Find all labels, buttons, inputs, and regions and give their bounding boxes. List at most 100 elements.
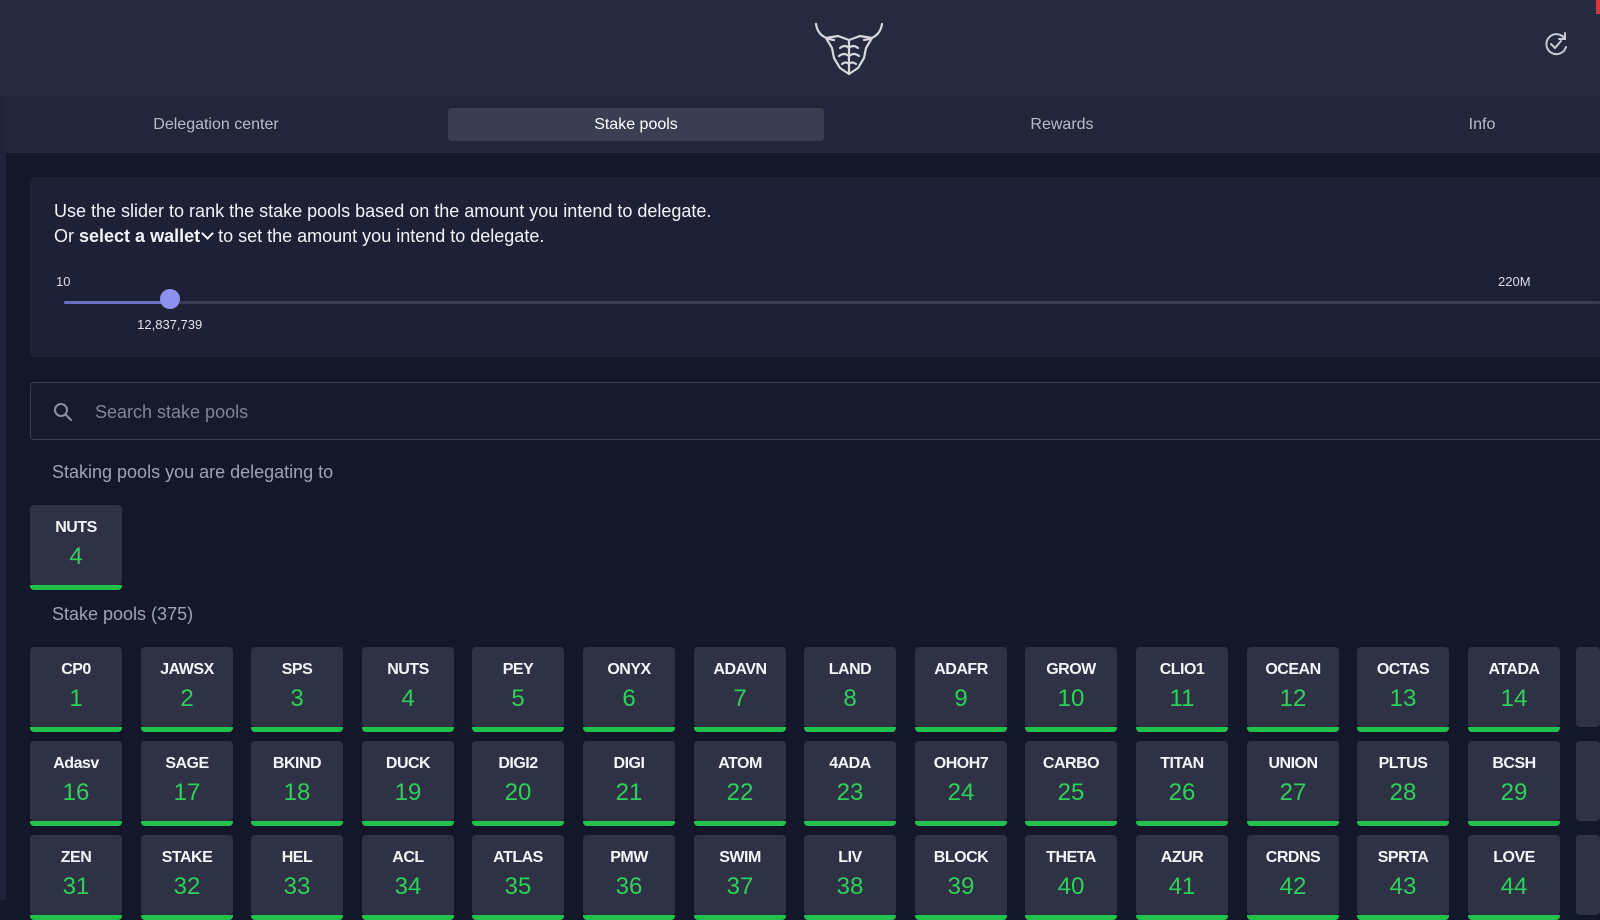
stake-pool-card-cutoff[interactable]: [1576, 647, 1600, 727]
stake-pool-card[interactable]: DIGI 21: [583, 741, 675, 826]
stake-pool-card[interactable]: PEY 5: [472, 647, 564, 732]
pool-rank: 35: [504, 873, 532, 900]
stake-pool-card[interactable]: ONYX 6: [583, 647, 675, 732]
stake-pool-card[interactable]: LAND 8: [804, 647, 896, 732]
stake-pool-card[interactable]: ATLAS 35: [472, 835, 564, 920]
pool-ticker: DUCK: [385, 755, 431, 772]
pool-saturation-bar: [141, 915, 233, 920]
pool-ticker: SPS: [281, 661, 313, 678]
pool-ticker: STAKE: [161, 849, 213, 866]
stake-pool-card[interactable]: THETA 40: [1025, 835, 1117, 920]
pool-rank: 32: [173, 873, 201, 900]
pool-saturation-bar: [804, 821, 896, 826]
stake-pool-card[interactable]: LOVE 44: [1468, 835, 1560, 920]
pool-saturation-bar: [915, 727, 1007, 732]
pool-saturation-bar: [915, 821, 1007, 826]
stake-pool-card[interactable]: SPRTA 43: [1357, 835, 1449, 920]
pool-saturation-bar: [804, 727, 896, 732]
pool-ticker: ONYX: [607, 661, 651, 678]
pool-ticker: SAGE: [165, 755, 209, 772]
pool-saturation-bar: [1468, 727, 1560, 732]
pool-rank: 9: [954, 685, 968, 712]
stake-pool-card[interactable]: ADAFR 9: [915, 647, 1007, 732]
pool-rank: 17: [173, 779, 201, 806]
pool-saturation-bar: [30, 727, 122, 732]
stake-pool-card[interactable]: BCSH 29: [1468, 741, 1560, 826]
stake-pool-card[interactable]: BLOCK 39: [915, 835, 1007, 920]
stake-pool-card[interactable]: LIV 38: [804, 835, 896, 920]
stake-pool-card[interactable]: GROW 10: [1025, 647, 1117, 732]
stake-pool-card[interactable]: DUCK 19: [362, 741, 454, 826]
stake-pool-card[interactable]: SWIM 37: [694, 835, 786, 920]
pool-rank: 38: [836, 873, 864, 900]
stake-pool-card[interactable]: ACL 34: [362, 835, 454, 920]
pool-rank: 10: [1057, 685, 1085, 712]
stake-pool-card[interactable]: CLIO1 11: [1136, 647, 1228, 732]
stake-pool-card[interactable]: Adasv 16: [30, 741, 122, 826]
stake-pool-card[interactable]: TITAN 26: [1136, 741, 1228, 826]
pool-rank: 19: [394, 779, 422, 806]
stake-pool-card[interactable]: DIGI2 20: [472, 741, 564, 826]
pool-rank: 39: [947, 873, 975, 900]
pool-ticker: LIV: [838, 849, 862, 866]
pool-saturation-bar: [472, 915, 564, 920]
stake-pool-card[interactable]: ATADA 14: [1468, 647, 1560, 732]
pool-rank: 6: [622, 685, 636, 712]
stake-pool-card[interactable]: ZEN 31: [30, 835, 122, 920]
stake-pool-card[interactable]: ATOM 22: [694, 741, 786, 826]
pool-saturation-bar: [141, 727, 233, 732]
pool-ticker: UNION: [1268, 755, 1318, 772]
pool-rank: 2: [180, 685, 194, 712]
pool-ticker: OCTAS: [1376, 661, 1430, 678]
stake-pool-card[interactable]: UNION 27: [1247, 741, 1339, 826]
stake-pool-card[interactable]: STAKE 32: [141, 835, 233, 920]
stake-pool-card-cutoff[interactable]: [1576, 835, 1600, 915]
stake-pool-card[interactable]: PMW 36: [583, 835, 675, 920]
pool-rank: 29: [1500, 779, 1528, 806]
pool-ticker: LAND: [828, 661, 872, 678]
pool-rank: 11: [1169, 685, 1195, 712]
stake-pool-card[interactable]: ADAVN 7: [694, 647, 786, 732]
pool-ticker: CARBO: [1042, 755, 1100, 772]
stake-pool-card[interactable]: NUTS 4: [362, 647, 454, 732]
stake-pool-card[interactable]: 4ADA 23: [804, 741, 896, 826]
pool-ticker: BCSH: [1492, 755, 1536, 772]
pool-rank: 1: [69, 685, 83, 712]
stake-pool-card[interactable]: CRDNS 42: [1247, 835, 1339, 920]
stake-pool-card[interactable]: SPS 3: [251, 647, 343, 732]
pool-ticker: ACL: [392, 849, 424, 866]
pool-saturation-bar: [251, 915, 343, 920]
pool-saturation-bar: [1136, 821, 1228, 826]
pool-rank: 14: [1500, 685, 1528, 712]
pool-rank: 5: [511, 685, 525, 712]
stake-pool-card[interactable]: AZUR 41: [1136, 835, 1228, 920]
stake-pool-card[interactable]: CARBO 25: [1025, 741, 1117, 826]
stake-pool-card[interactable]: PLTUS 28: [1357, 741, 1449, 826]
stake-pool-card[interactable]: OHOH7 24: [915, 741, 1007, 826]
pool-saturation-bar: [1136, 915, 1228, 920]
pool-ticker: HEL: [281, 849, 313, 866]
pool-ticker: NUTS: [387, 661, 429, 678]
stake-pool-card[interactable]: OCTAS 13: [1357, 647, 1449, 732]
pool-ticker: ATOM: [718, 755, 762, 772]
stake-pool-card[interactable]: HEL 33: [251, 835, 343, 920]
pool-rank: 34: [394, 873, 422, 900]
pool-saturation-bar: [472, 821, 564, 826]
pool-ticker: CLIO1: [1159, 661, 1205, 678]
pool-rank: 36: [615, 873, 643, 900]
pool-saturation-bar: [583, 915, 675, 920]
pool-rank: 21: [615, 779, 643, 806]
pool-saturation-bar: [1247, 915, 1339, 920]
stake-pool-card[interactable]: SAGE 17: [141, 741, 233, 826]
stake-pool-card[interactable]: CP0 1: [30, 647, 122, 732]
pool-saturation-bar: [694, 727, 786, 732]
stake-pool-card[interactable]: BKIND 18: [251, 741, 343, 826]
stake-pool-card[interactable]: OCEAN 12: [1247, 647, 1339, 732]
pool-saturation-bar: [694, 915, 786, 920]
stake-pool-card[interactable]: JAWSX 2: [141, 647, 233, 732]
pool-ticker: ZEN: [60, 849, 92, 866]
pool-rank: 22: [726, 779, 754, 806]
pool-ticker: DIGI2: [498, 755, 538, 772]
stake-pool-card-cutoff[interactable]: [1576, 741, 1600, 821]
pool-rank: 42: [1279, 873, 1307, 900]
